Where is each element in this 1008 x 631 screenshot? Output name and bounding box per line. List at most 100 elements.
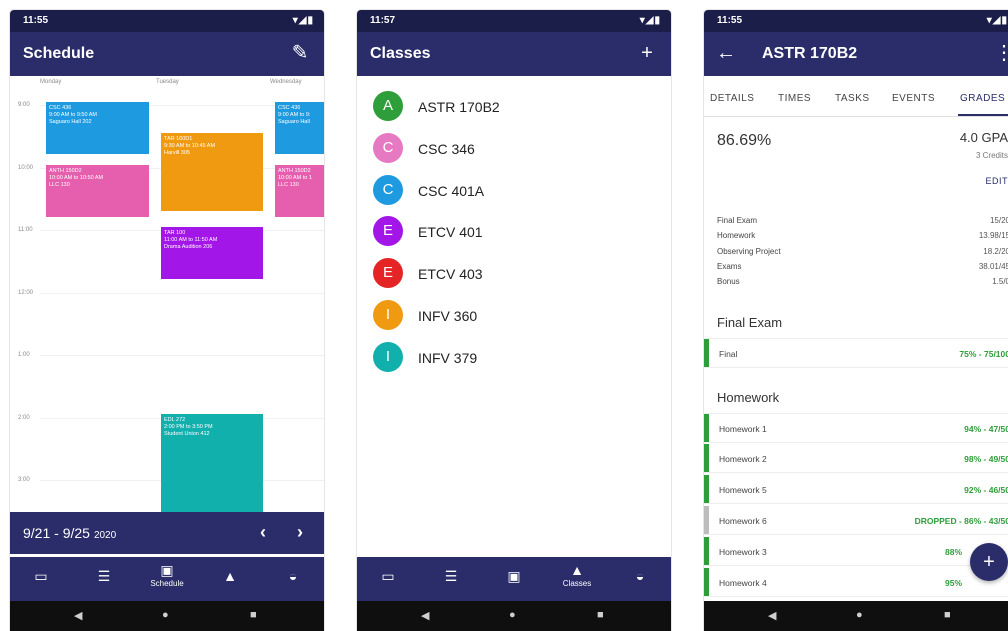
recents-icon[interactable]: ■	[250, 609, 257, 621]
day-label: Tuesday	[156, 79, 179, 85]
class-avatar: I	[373, 300, 403, 330]
bottom-nav: ▭ ☰ ▣ Schedule ▲ ◒	[10, 557, 324, 601]
back-icon[interactable]: ◀	[421, 609, 429, 622]
bottom-nav: ▭ ☰ ▣ ▲ Classes ◒	[357, 557, 671, 601]
tab-events[interactable]: EVENTS	[892, 93, 935, 104]
class-avatar: E	[373, 216, 403, 246]
grade-row[interactable]: Homework 4 95%	[704, 568, 1008, 597]
year-label: 2020	[93, 530, 117, 541]
status-bar: 11:55 ▾◢▮	[10, 10, 324, 32]
status-bar: 11:57 ▾◢▮	[357, 10, 671, 32]
back-icon[interactable]: ◀	[74, 609, 82, 622]
system-nav-bar: ◀ ● ■	[357, 601, 671, 631]
grade-value: 94% - 47/50	[964, 424, 1008, 434]
time-label: 3:00	[18, 477, 30, 483]
status-time: 11:55	[23, 15, 49, 26]
status-bar: 11:55 ▾◢▮	[704, 10, 1008, 32]
grade-row[interactable]: Homework 6 DROPPED - 86% - 43/50	[704, 506, 1008, 535]
grade-name: Final	[719, 349, 738, 359]
event-location: Saguaro Hall 202	[49, 119, 92, 125]
event-time: 9:30 AM to 10:45 AM	[164, 143, 216, 149]
category-value: 38.01/45	[978, 262, 1008, 271]
class-name: CSC 401A	[418, 183, 485, 199]
nav-tasks[interactable]: ☰	[73, 557, 135, 601]
nav-tasks[interactable]: ☰	[420, 557, 482, 601]
grade-status-bar	[704, 568, 709, 596]
status-icons: ▾◢▮	[986, 15, 1008, 26]
event-title: EDL 272	[164, 417, 186, 423]
nav-label: Schedule	[150, 579, 184, 588]
add-grade-button[interactable]: +	[970, 543, 1008, 581]
grade-row[interactable]: Homework 3 88%	[704, 537, 1008, 566]
grade-status-bar	[704, 444, 709, 472]
app-bar: Schedule ✎	[10, 32, 324, 76]
home-icon[interactable]: ●	[856, 609, 863, 621]
tab-tasks[interactable]: TASKS	[835, 93, 870, 104]
class-avatar: A	[373, 91, 403, 121]
event-time: 10:00 AM to 1	[278, 175, 312, 181]
section-title: Final Exam	[717, 315, 783, 330]
event-block[interactable]: TAR 100 11:00 AM to 11:50 AM Drama Audit…	[161, 227, 263, 279]
back-arrow-icon[interactable]: ←	[714, 41, 738, 65]
nav-calendar[interactable]: ▭	[357, 557, 419, 601]
day-header: Monday Tuesday Wednesday	[10, 76, 324, 90]
time-label: 2:00	[18, 415, 30, 421]
grade-row[interactable]: Final 75% - 75/100	[704, 338, 1008, 368]
app-bar: ← ASTR 170B2 ⋮	[704, 32, 1008, 76]
schedule-icon: ▣	[507, 568, 521, 584]
nav-calendar[interactable]: ▭	[10, 557, 72, 601]
classes-phone: 11:57 ▾◢▮ Classes + A ASTR 170B2 C CSC 3…	[357, 10, 671, 631]
event-time: 11:00 AM to 11:50 AM	[164, 237, 218, 243]
tab-bar: DETAILS TIMES TASKS EVENTS GRADES	[704, 76, 1008, 117]
grade-status-bar	[704, 475, 709, 503]
class-name: INFV 379	[418, 350, 478, 366]
time-label: 10:00	[18, 165, 34, 171]
event-block[interactable]: ANTH 150D2 10:00 AM to 10:50 AM LLC 130	[46, 165, 149, 217]
tab-grades[interactable]: GRADES	[960, 93, 1005, 104]
event-block[interactable]: TAR 160D1 9:30 AM to 10:45 AM Harvill 30…	[161, 133, 263, 211]
edit-icon[interactable]: ✎	[288, 41, 312, 65]
more-icon[interactable]: ⋮	[992, 41, 1008, 65]
home-icon[interactable]: ●	[162, 609, 169, 621]
nav-label: Classes	[562, 579, 592, 588]
add-icon[interactable]: +	[635, 41, 659, 65]
nav-grades[interactable]: ◒	[262, 557, 324, 601]
home-icon[interactable]: ●	[509, 609, 516, 621]
event-title: ANTH 150D2	[278, 168, 311, 174]
grade-row[interactable]: Homework 2 98% - 49/50	[704, 444, 1008, 473]
grade-row[interactable]: Homework 1 94% - 47/50	[704, 413, 1008, 443]
nav-classes[interactable]: ▲ Classes	[546, 557, 608, 601]
class-name: ASTR 170B2	[418, 99, 500, 115]
event-block[interactable]: CSC 436 9:00 AM to 9:50 AM Saguaro Hall …	[46, 102, 149, 154]
event-block[interactable]: ANTH 150D2 10:00 AM to 1 LLC 130	[275, 165, 324, 217]
tab-details[interactable]: DETAILS	[710, 93, 754, 104]
event-location: Student Union 412	[164, 431, 210, 437]
chevron-right-icon[interactable]: ›	[297, 522, 303, 543]
recents-icon[interactable]: ■	[597, 609, 604, 621]
grade-row[interactable]: Homework 5 92% - 46/50	[704, 475, 1008, 504]
event-block[interactable]: EDL 272 2:00 PM to 3:50 PM Student Union…	[161, 414, 263, 512]
back-icon[interactable]: ◀	[768, 609, 776, 622]
event-title: CSC 436	[49, 105, 72, 111]
nav-grades[interactable]: ◒	[609, 557, 671, 601]
page-title: Classes	[370, 45, 431, 62]
grade-value: 88%	[944, 547, 962, 557]
grade-name: Homework 6	[719, 516, 767, 526]
day-label: Monday	[40, 79, 62, 85]
event-title: CSC 436	[278, 105, 301, 111]
category-name: Exams	[717, 262, 742, 271]
tab-times[interactable]: TIMES	[778, 93, 811, 104]
edit-button[interactable]: EDIT	[985, 176, 1008, 186]
time-label: 12:00	[18, 290, 34, 296]
nav-classes[interactable]: ▲	[199, 557, 261, 601]
event-time: 9:00 AM to 9:	[278, 112, 311, 118]
date-range: 9/21 - 9/25 2020	[23, 525, 116, 541]
recents-icon[interactable]: ■	[944, 609, 951, 621]
event-block[interactable]: CSC 436 9:00 AM to 9: Saguaro Hall	[275, 102, 324, 154]
class-detail-phone: 11:55 ▾◢▮ ← ASTR 170B2 ⋮ DETAILS TIMES T…	[704, 10, 1008, 631]
nav-schedule[interactable]: ▣	[483, 557, 545, 601]
nav-schedule[interactable]: ▣ Schedule	[136, 557, 198, 601]
grade-value: 95%	[944, 578, 962, 588]
category-name: Final Exam	[717, 216, 758, 225]
chevron-left-icon[interactable]: ‹	[260, 522, 266, 543]
